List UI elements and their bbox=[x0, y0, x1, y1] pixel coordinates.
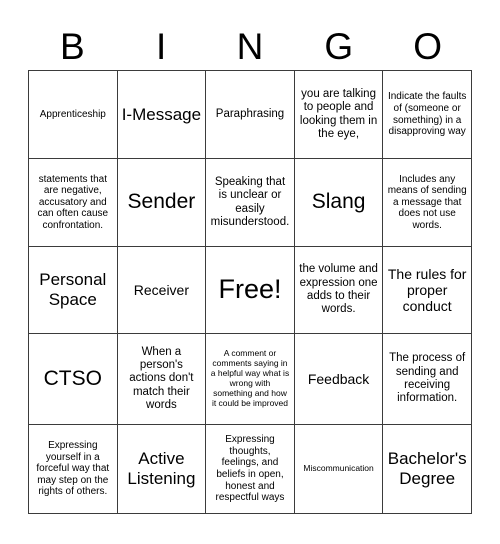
bingo-cell[interactable]: Includes any means of sending a message … bbox=[383, 159, 472, 247]
bingo-cell-free[interactable]: Free! bbox=[206, 247, 295, 334]
bingo-cell-label: CTSO bbox=[43, 366, 102, 390]
bingo-header-letter-b: B bbox=[60, 25, 85, 67]
bingo-row: CTSO When a person's actions don't match… bbox=[29, 334, 472, 425]
bingo-cell[interactable]: Apprenticeship bbox=[29, 71, 118, 159]
bingo-cell[interactable]: I-Message bbox=[117, 71, 207, 159]
bingo-cell[interactable]: Active Listening bbox=[117, 425, 207, 514]
bingo-cell-label: Sender bbox=[127, 190, 196, 214]
bingo-cell[interactable]: When a person's actions don't match thei… bbox=[117, 334, 207, 425]
bingo-header-letter-n: N bbox=[236, 25, 264, 67]
bingo-cell-label: Expressing yourself in a forceful way th… bbox=[36, 440, 110, 498]
bingo-cell-label: Paraphrasing bbox=[215, 107, 285, 120]
bingo-cell-label: When a person's actions don't match thei… bbox=[129, 345, 194, 411]
bingo-cell[interactable]: Feedback bbox=[294, 334, 384, 425]
bingo-cell[interactable]: A comment or comments saying in a helpfu… bbox=[206, 334, 295, 425]
bingo-cell[interactable]: Expressing thoughts, feelings, and belie… bbox=[206, 425, 295, 514]
bingo-header-row: B I N G O bbox=[28, 22, 472, 70]
bingo-row: Personal Space Receiver Free! the volume… bbox=[29, 247, 472, 334]
bingo-cell[interactable]: Sender bbox=[117, 159, 207, 247]
bingo-cell-label: Active Listening bbox=[127, 449, 196, 488]
bingo-cell[interactable]: Speaking that is unclear or easily misun… bbox=[206, 159, 295, 247]
bingo-cell-label: Expressing thoughts, feelings, and belie… bbox=[215, 434, 285, 504]
bingo-free-label: Free! bbox=[218, 274, 282, 305]
bingo-cell[interactable]: Bachelor's Degree bbox=[383, 425, 472, 514]
bingo-cell-label: Speaking that is unclear or easily misun… bbox=[210, 175, 290, 228]
bingo-header-letter-g: G bbox=[324, 25, 354, 67]
bingo-cell-label: Slang bbox=[311, 190, 366, 214]
bingo-card: B I N G O Apprenticeship I-Message Parap… bbox=[28, 22, 472, 514]
bingo-cell-label: I-Message bbox=[121, 104, 202, 124]
bingo-cell[interactable]: statements that are negative, accusatory… bbox=[29, 159, 118, 247]
bingo-cell-label: Indicate the faults of (someone or somet… bbox=[387, 91, 467, 138]
bingo-header-letter-o: O bbox=[413, 25, 442, 67]
bingo-cell[interactable]: Paraphrasing bbox=[206, 71, 295, 159]
bingo-cell-label: The rules for proper conduct bbox=[387, 265, 467, 315]
bingo-cell[interactable]: the volume and expression one adds to th… bbox=[294, 247, 384, 334]
bingo-header-letter-i: I bbox=[156, 25, 167, 67]
bingo-cell-label: A comment or comments saying in a helpfu… bbox=[210, 348, 290, 408]
bingo-cell-label: Personal Space bbox=[39, 270, 107, 309]
bingo-cell[interactable]: Slang bbox=[294, 159, 384, 247]
bingo-cell[interactable]: CTSO bbox=[29, 334, 118, 425]
bingo-row: Expressing yourself in a forceful way th… bbox=[29, 425, 472, 514]
bingo-cell-label: The process of sending and receiving inf… bbox=[389, 352, 466, 405]
bingo-cell[interactable]: Personal Space bbox=[29, 247, 118, 334]
bingo-cell-label: Apprenticeship bbox=[39, 108, 106, 120]
bingo-cell[interactable]: The process of sending and receiving inf… bbox=[383, 334, 472, 425]
bingo-cell[interactable]: Receiver bbox=[117, 247, 207, 334]
bingo-row: statements that are negative, accusatory… bbox=[29, 159, 472, 247]
bingo-cell-label: Bachelor's Degree bbox=[387, 449, 467, 488]
bingo-cell-label: Miscommunication bbox=[303, 463, 374, 474]
bingo-cell-label: the volume and expression one adds to th… bbox=[299, 263, 378, 316]
bingo-cell-label: statements that are negative, accusatory… bbox=[37, 173, 109, 231]
bingo-grid: Apprenticeship I-Message Paraphrasing yo… bbox=[28, 70, 472, 514]
bingo-cell[interactable]: Miscommunication bbox=[294, 425, 384, 514]
bingo-cell-label: Includes any means of sending a message … bbox=[387, 173, 467, 231]
bingo-row: Apprenticeship I-Message Paraphrasing yo… bbox=[29, 71, 472, 159]
bingo-cell-label: Receiver bbox=[133, 281, 190, 298]
bingo-cell[interactable]: you are talking to people and looking th… bbox=[294, 71, 384, 159]
bingo-cell[interactable]: Indicate the faults of (someone or somet… bbox=[383, 71, 472, 159]
bingo-cell[interactable]: The rules for proper conduct bbox=[383, 247, 472, 334]
bingo-cell-label: Feedback bbox=[307, 370, 370, 387]
bingo-cell[interactable]: Expressing yourself in a forceful way th… bbox=[29, 425, 118, 514]
bingo-cell-label: you are talking to people and looking th… bbox=[299, 87, 378, 140]
